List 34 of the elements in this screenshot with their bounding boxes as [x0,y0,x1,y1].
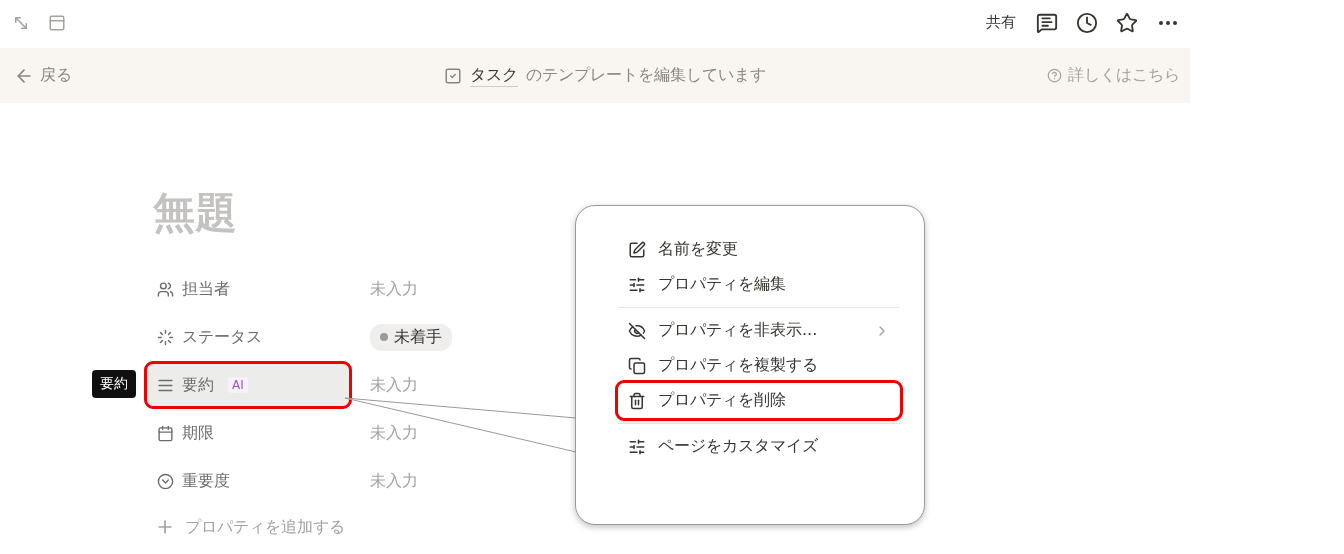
ai-badge: AI [228,377,248,393]
property-name[interactable]: 要約 AI [147,364,349,406]
menu-item[interactable]: 名前を変更 [618,232,900,267]
calendar-icon [157,424,174,442]
star-icon[interactable] [1116,11,1138,34]
copy-icon [628,356,646,375]
banner-message: のテンプレートを編集しています [525,65,766,86]
status-dot [380,333,388,341]
clock-icon[interactable] [1076,11,1098,34]
property-name[interactable]: 重要度 [147,460,349,502]
chevron-circle-icon [157,472,174,490]
menu-item[interactable]: プロパティを削除 [618,383,900,418]
comment-icon[interactable] [1036,11,1058,34]
edit-icon [628,240,646,259]
property-name[interactable]: 担当者 [147,268,349,310]
property-name[interactable]: 期限 [147,412,349,454]
database-link[interactable]: タスク [469,64,518,87]
menu-item[interactable]: プロパティを複製する [618,348,900,383]
trash-icon [628,391,646,410]
back-button[interactable]: 戻る [14,65,72,86]
status-tag[interactable]: 未着手 [370,323,452,351]
tooltip: 要約 [92,370,136,398]
checkbox-icon [443,66,462,85]
share-button[interactable]: 共有 [986,13,1016,32]
menu-item[interactable]: プロパティを編集 [618,267,900,302]
property-name[interactable]: ステータス [147,316,349,358]
loader-icon [157,328,174,346]
help-icon [1047,68,1062,83]
sliders-icon [628,437,646,456]
menu-item[interactable]: ページをカスタマイズ [618,429,900,464]
people-icon [157,280,174,298]
menu-item[interactable]: プロパティを非表示... [618,313,900,348]
sliders-icon [628,275,646,294]
eye-off-icon [628,321,646,340]
